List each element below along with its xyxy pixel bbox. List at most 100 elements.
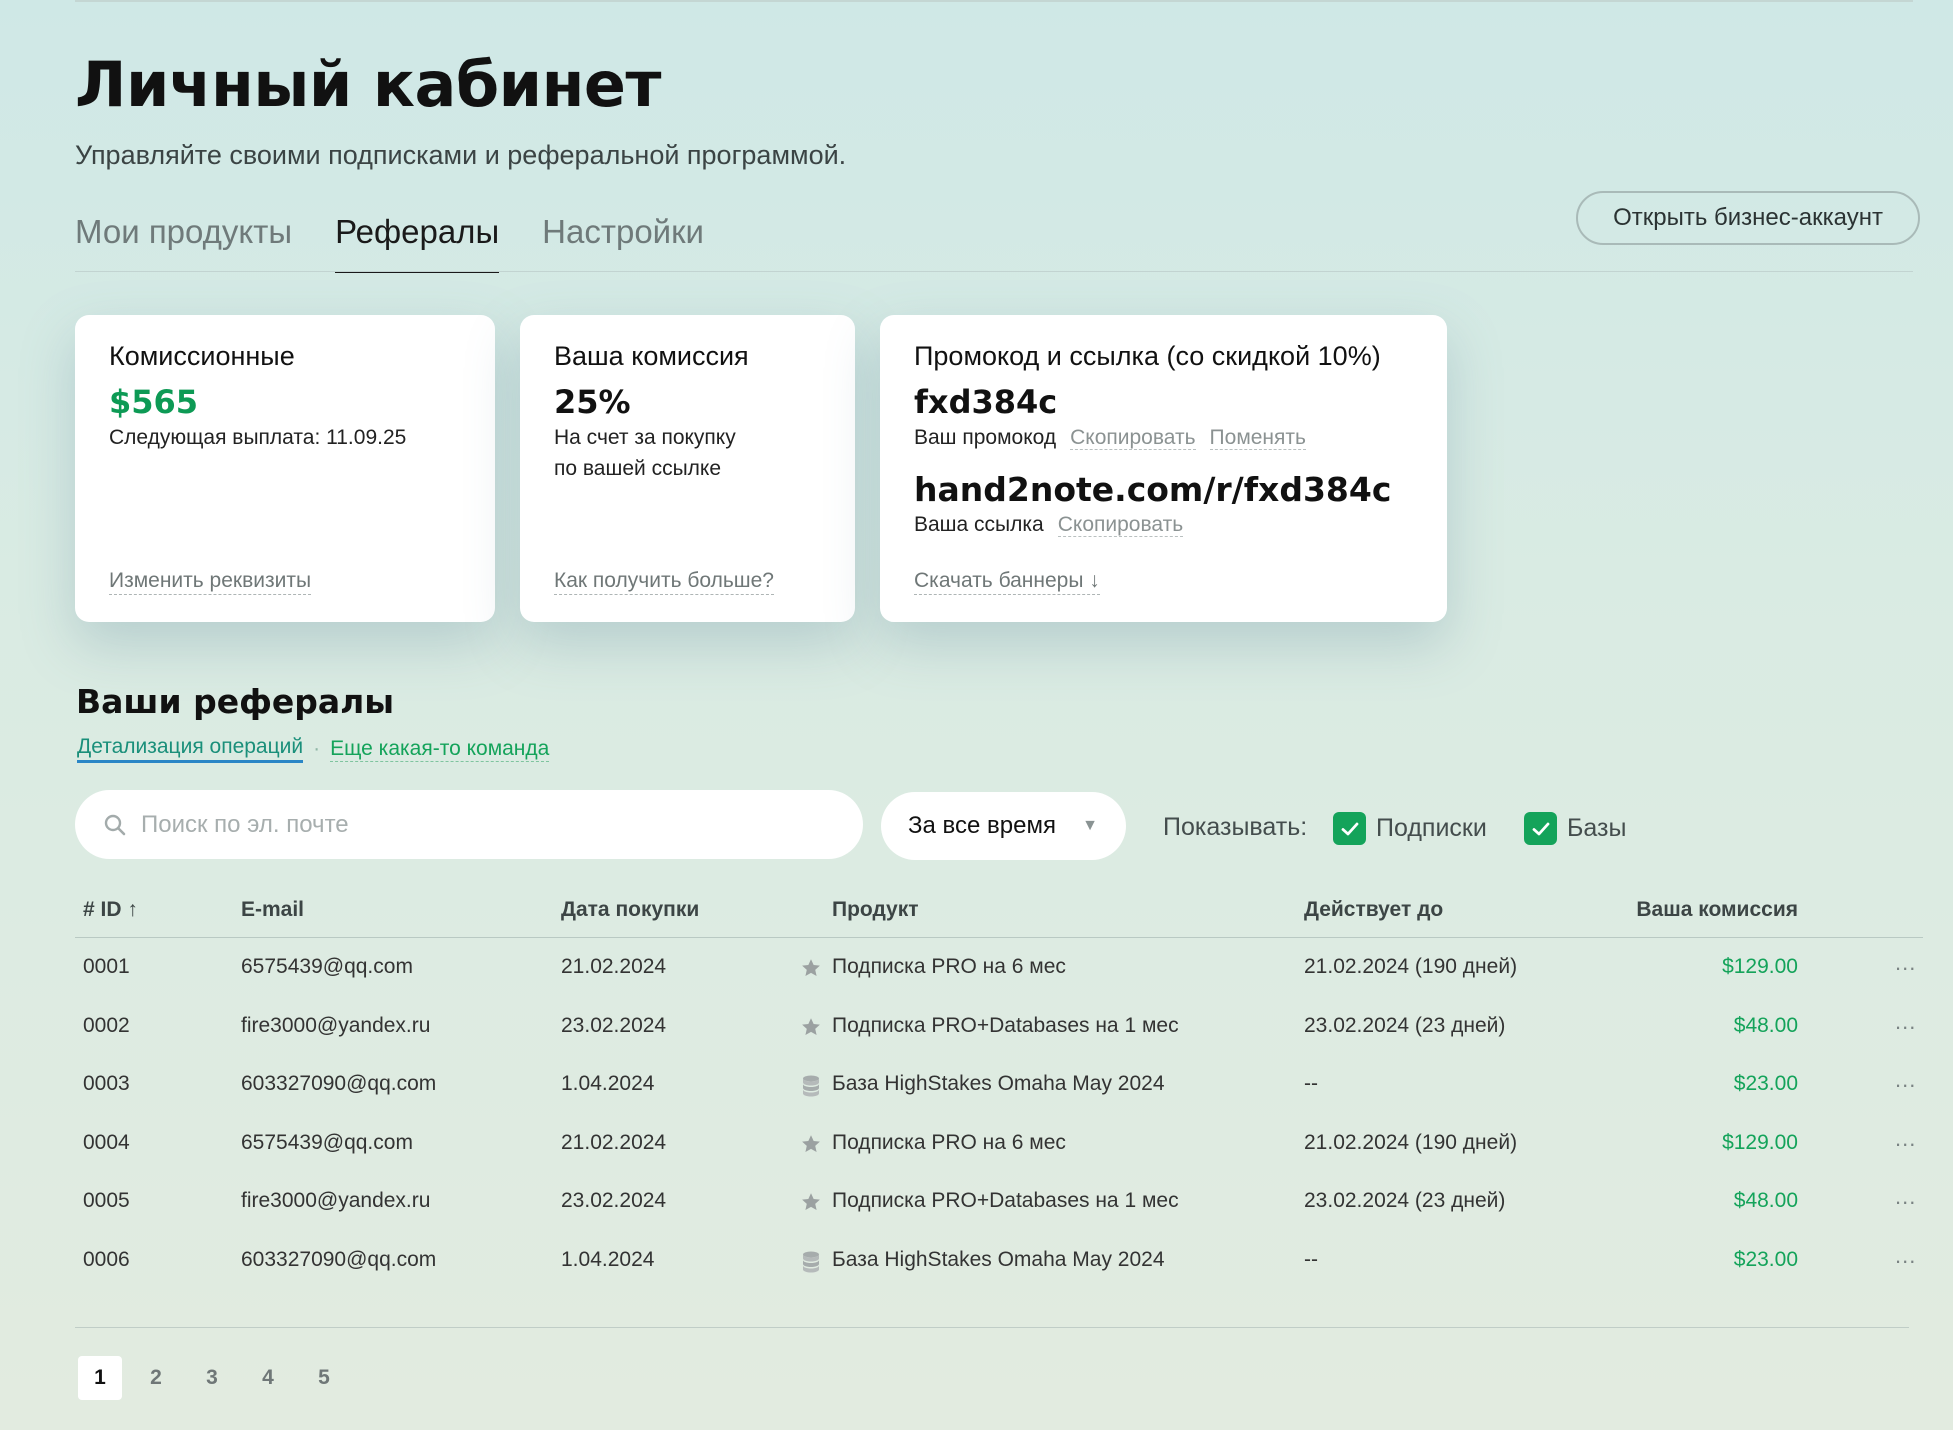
cell-commission: $129.00 (1722, 1130, 1798, 1154)
table-header: # ID ↑ E-mail Дата покупки Продукт Дейст… (75, 880, 1923, 938)
tab-referrals[interactable]: Рефералы (335, 213, 500, 273)
row-more-icon[interactable]: ... (1895, 1243, 1916, 1269)
cell-email: 6575439@qq.com (241, 955, 413, 978)
filter-databases-checkbox[interactable]: Базы (1524, 812, 1626, 845)
cell-commission: $48.00 (1733, 1013, 1798, 1037)
cell-date: 1.04.2024 (561, 1072, 655, 1095)
referral-url-label: Ваша ссылка (914, 513, 1044, 536)
table-row[interactable]: 0004 6575439@qq.com 21.02.2024 Подписка PRO… (75, 1114, 1923, 1173)
star-icon (800, 1016, 822, 1043)
column-header-id[interactable]: # ID ↑ (83, 898, 138, 922)
cell-date: 23.02.2024 (561, 1189, 667, 1212)
cell-id: 0002 (83, 1013, 130, 1037)
cell-commission: $23.00 (1733, 1072, 1798, 1095)
referral-url-row: Ваша ссылка Скопировать (914, 513, 1413, 537)
filter-subscriptions-checkbox[interactable]: Подписки (1333, 812, 1487, 845)
cell-id: 0003 (83, 1072, 130, 1095)
cell-valid-until: -- (1304, 1247, 1318, 1271)
cell-id: 0004 (83, 1130, 130, 1154)
email-search-input[interactable] (139, 809, 823, 840)
database-icon (800, 1250, 822, 1279)
search-icon (104, 814, 126, 835)
promo-card-title: Промокод и ссылка (со скидкой 10%) (914, 341, 1381, 371)
filter-subscriptions-label: Подписки (1376, 814, 1487, 842)
cell-id: 0005 (83, 1189, 130, 1212)
page-button-2[interactable]: 2 (134, 1356, 178, 1400)
referral-url: hand2note.com/r/fxd384c (914, 470, 1392, 509)
cell-id: 0001 (83, 955, 130, 978)
table-bottom-divider (75, 1327, 1909, 1328)
cell-valid-until: -- (1304, 1072, 1318, 1095)
page-button-5[interactable]: 5 (302, 1356, 346, 1400)
row-more-icon[interactable]: ... (1895, 1184, 1916, 1210)
cell-product: Подписка PRO на 6 мес (832, 955, 1066, 978)
commission-card: Комиссионные $565 Следующая выплата: 11.… (75, 315, 495, 622)
commission-amount: $565 (109, 383, 199, 421)
page-button-4[interactable]: 4 (246, 1356, 290, 1400)
row-more-icon[interactable]: ... (1895, 1009, 1916, 1035)
row-more-icon[interactable]: ... (1895, 1126, 1916, 1152)
column-header-email[interactable]: E-mail (241, 898, 304, 922)
tab-settings[interactable]: Настройки (542, 213, 704, 273)
period-select[interactable]: За все время ▼ (881, 792, 1126, 860)
promo-card: Промокод и ссылка (со скидкой 10%) fxd38… (880, 315, 1447, 622)
database-icon (800, 1074, 822, 1103)
column-header-product[interactable]: Продукт (832, 898, 919, 922)
filter-databases-label: Базы (1567, 814, 1627, 842)
page-button-3[interactable]: 3 (190, 1356, 234, 1400)
row-more-icon[interactable]: ... (1895, 950, 1916, 976)
how-to-get-more-link[interactable]: Как получить больше? (554, 569, 774, 595)
copy-referral-url-link[interactable]: Скопировать (1057, 513, 1184, 537)
page-title: Личный кабинет (75, 48, 661, 121)
cell-valid-until: 23.02.2024 (23 дней) (1304, 1189, 1506, 1212)
cell-commission: $48.00 (1733, 1189, 1798, 1212)
download-banners-link[interactable]: Скачать баннеры ↓ (914, 569, 1100, 595)
table-row[interactable]: 0002 fire3000@yandex.ru 23.02.2024 Подписка… (75, 997, 1923, 1056)
cell-id: 0006 (83, 1247, 130, 1271)
tab-my-products[interactable]: Мои продукты (75, 213, 292, 273)
commission-rate-value: 25% (554, 383, 631, 421)
column-header-commission[interactable]: Ваша комиссия (1598, 898, 1798, 922)
cell-email: 603327090@qq.com (241, 1072, 437, 1095)
change-details-link[interactable]: Изменить реквизиты (109, 569, 312, 595)
column-header-date[interactable]: Дата покупки (561, 898, 699, 922)
copy-promo-code-link[interactable]: Скопировать (1070, 426, 1196, 450)
operations-details-link[interactable]: Детализация операций (77, 735, 304, 763)
promo-code-label: Ваш промокод (914, 426, 1057, 449)
star-icon (800, 1133, 822, 1160)
table-row[interactable]: 0003 603327090@qq.com 1.04.2024 База HighSt… (75, 1055, 1923, 1114)
change-promo-code-link[interactable]: Поменять (1209, 426, 1306, 450)
page-button-1[interactable]: 1 (78, 1356, 122, 1400)
commission-card-title: Комиссионные (109, 341, 295, 371)
cell-date: 21.02.2024 (561, 955, 667, 978)
cell-product: Подписка PRO+Databases на 1 мес (832, 1189, 1179, 1212)
star-icon (800, 957, 822, 984)
referrals-table: # ID ↑ E-mail Дата покупки Продукт Дейст… (75, 880, 1923, 1289)
commission-rate-title: Ваша комиссия (554, 341, 749, 371)
table-row[interactable]: 0005 fire3000@yandex.ru 23.02.2024 Подписка… (75, 1172, 1923, 1231)
cell-commission: $129.00 (1722, 955, 1798, 978)
cell-product: Подписка PRO+Databases на 1 мес (832, 1013, 1179, 1037)
cell-date: 21.02.2024 (561, 1130, 667, 1154)
show-filter-label: Показывать: (1163, 813, 1308, 841)
table-row[interactable]: 0006 603327090@qq.com 1.04.2024 База HighSt… (75, 1231, 1923, 1290)
cell-product: База HighStakes Omaha May 2024 (832, 1072, 1165, 1095)
promo-code: fxd384c (914, 383, 1058, 421)
cell-valid-until: 23.02.2024 (23 дней) (1304, 1013, 1506, 1037)
cell-date: 23.02.2024 (561, 1013, 667, 1037)
column-header-valid-until[interactable]: Действует до (1304, 898, 1443, 922)
referrals-section-title: Ваши рефералы (76, 682, 395, 721)
cell-valid-until: 21.02.2024 (190 дней) (1304, 955, 1518, 978)
table-row[interactable]: 0001 6575439@qq.com 21.02.2024 Подписка PRO… (75, 938, 1923, 997)
other-command-link[interactable]: Еще какая-то команда (330, 737, 550, 762)
commission-rate-desc-line1: На счет за покупку (554, 426, 736, 449)
commission-rate-card: Ваша комиссия 25% На счет за покупку по … (520, 315, 855, 622)
row-more-icon[interactable]: ... (1895, 1067, 1916, 1093)
cell-date: 1.04.2024 (561, 1247, 655, 1271)
top-divider (75, 0, 1913, 2)
next-payout-text: Следующая выплата: 11.09.25 (109, 426, 407, 449)
cell-email: fire3000@yandex.ru (241, 1013, 431, 1037)
open-business-account-button[interactable]: Открыть бизнес-аккаунт (1576, 191, 1920, 245)
period-select-value: За все время (908, 812, 1056, 839)
pagination: 12345 (78, 1356, 358, 1400)
